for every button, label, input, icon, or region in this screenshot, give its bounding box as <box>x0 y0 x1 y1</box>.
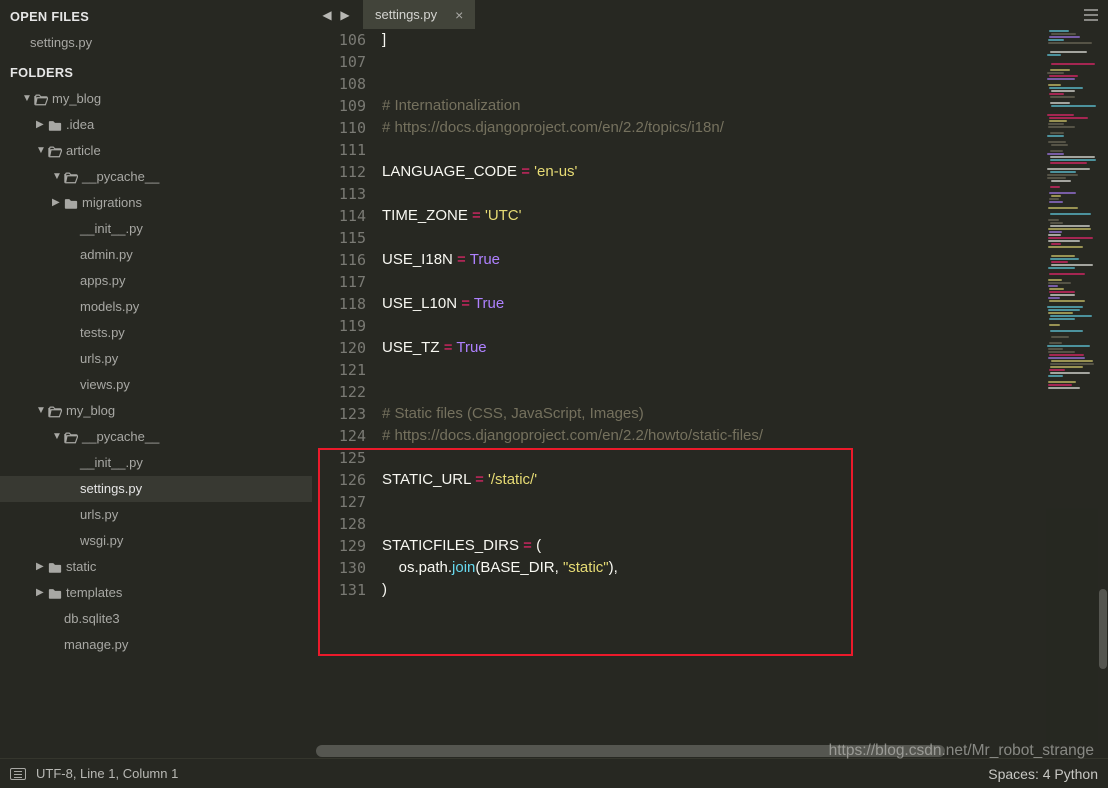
folder-item[interactable]: ▶ .idea <box>0 112 312 138</box>
code-content[interactable]: ] # Internationalization# https://docs.d… <box>382 29 1046 744</box>
tab-settings-py[interactable]: settings.py × <box>363 0 475 29</box>
file-item[interactable]: apps.py <box>0 268 312 294</box>
tree-label: urls.py <box>80 506 118 524</box>
chevron-down-icon[interactable]: ▼ <box>36 142 48 160</box>
sidebar: OPEN FILES settings.py FOLDERS ▼my_blog▶… <box>0 0 312 744</box>
folder-item[interactable]: ▼ my_blog <box>0 398 312 424</box>
tree-label: apps.py <box>80 272 126 290</box>
tree-label: wsgi.py <box>80 532 123 550</box>
minimap[interactable] <box>1046 29 1098 744</box>
chevron-down-icon[interactable]: ▼ <box>52 428 64 446</box>
open-files-header: OPEN FILES <box>0 0 312 30</box>
folder-icon <box>48 118 62 132</box>
tree-label: __pycache__ <box>82 428 159 446</box>
file-item[interactable]: settings.py <box>0 476 312 502</box>
folder-item[interactable]: ▶ templates <box>0 580 312 606</box>
nav-arrows: ◀ ▶ <box>312 0 360 29</box>
scrollbar-thumb[interactable] <box>316 745 945 757</box>
tree-label: urls.py <box>80 350 118 368</box>
status-right[interactable]: Spaces: 4 Python <box>988 766 1098 782</box>
tree-label: my_blog <box>66 402 115 420</box>
file-item[interactable]: __init__.py <box>0 450 312 476</box>
nav-back-icon[interactable]: ◀ <box>318 8 336 22</box>
tree-label: admin.py <box>80 246 133 264</box>
tree-label: migrations <box>82 194 142 212</box>
tree-label: __pycache__ <box>82 168 159 186</box>
chevron-down-icon[interactable]: ▼ <box>22 90 34 108</box>
hamburger-icon[interactable] <box>1074 0 1108 29</box>
file-item[interactable]: models.py <box>0 294 312 320</box>
tree-label: article <box>66 142 101 160</box>
tree-label: settings.py <box>80 480 142 498</box>
panel-icon[interactable] <box>10 768 26 780</box>
folders-header: FOLDERS <box>0 56 312 86</box>
chevron-right-icon[interactable]: ▶ <box>52 194 64 212</box>
tree-label: db.sqlite3 <box>64 610 120 628</box>
folder-icon <box>34 92 48 106</box>
file-item[interactable]: __init__.py <box>0 216 312 242</box>
file-item[interactable]: admin.py <box>0 242 312 268</box>
tree-label: models.py <box>80 298 139 316</box>
status-text: UTF-8, Line 1, Column 1 <box>36 766 178 781</box>
line-gutter: 106 107 108 109 110 111 112 113 114 115 … <box>312 29 382 744</box>
close-icon[interactable]: × <box>455 7 463 23</box>
file-item[interactable]: urls.py <box>0 346 312 372</box>
file-item[interactable]: tests.py <box>0 320 312 346</box>
folder-item[interactable]: ▼ my_blog <box>0 86 312 112</box>
folder-icon <box>64 430 78 444</box>
folder-icon <box>48 560 62 574</box>
tab-label: settings.py <box>375 7 437 22</box>
folder-item[interactable]: ▼ __pycache__ <box>0 424 312 450</box>
tab-bar: ◀ ▶ settings.py × <box>312 0 1108 29</box>
folder-item[interactable]: ▼ __pycache__ <box>0 164 312 190</box>
chevron-right-icon[interactable]: ▶ <box>36 584 48 602</box>
tree-label: views.py <box>80 376 130 394</box>
open-file-item[interactable]: settings.py <box>0 30 312 56</box>
file-item[interactable]: db.sqlite3 <box>0 606 312 632</box>
folder-item[interactable]: ▶ migrations <box>0 190 312 216</box>
file-item[interactable]: manage.py <box>0 632 312 658</box>
folder-icon <box>48 144 62 158</box>
horizontal-scrollbar[interactable] <box>312 744 1098 758</box>
folder-icon <box>64 196 78 210</box>
tree-label: .idea <box>66 116 94 134</box>
nav-forward-icon[interactable]: ▶ <box>336 8 354 22</box>
folder-icon <box>64 170 78 184</box>
tree-label: my_blog <box>52 90 101 108</box>
tree-label: manage.py <box>64 636 128 654</box>
status-bar: UTF-8, Line 1, Column 1 Spaces: 4 Python <box>0 758 1108 788</box>
file-item[interactable]: wsgi.py <box>0 528 312 554</box>
tree-label: static <box>66 558 96 576</box>
folder-icon <box>48 404 62 418</box>
tree-label: __init__.py <box>80 454 143 472</box>
folder-item[interactable]: ▼ article <box>0 138 312 164</box>
tree-label: tests.py <box>80 324 125 342</box>
editor[interactable]: 106 107 108 109 110 111 112 113 114 115 … <box>312 29 1046 744</box>
folder-icon <box>48 586 62 600</box>
chevron-right-icon[interactable]: ▶ <box>36 558 48 576</box>
folder-item[interactable]: ▶ static <box>0 554 312 580</box>
file-item[interactable]: urls.py <box>0 502 312 528</box>
scrollbar-thumb[interactable] <box>1099 589 1107 669</box>
chevron-down-icon[interactable]: ▼ <box>52 168 64 186</box>
tree-label: templates <box>66 584 122 602</box>
chevron-down-icon[interactable]: ▼ <box>36 402 48 420</box>
chevron-right-icon[interactable]: ▶ <box>36 116 48 134</box>
vertical-scrollbar[interactable] <box>1098 29 1108 744</box>
file-item[interactable]: views.py <box>0 372 312 398</box>
tree-label: __init__.py <box>80 220 143 238</box>
